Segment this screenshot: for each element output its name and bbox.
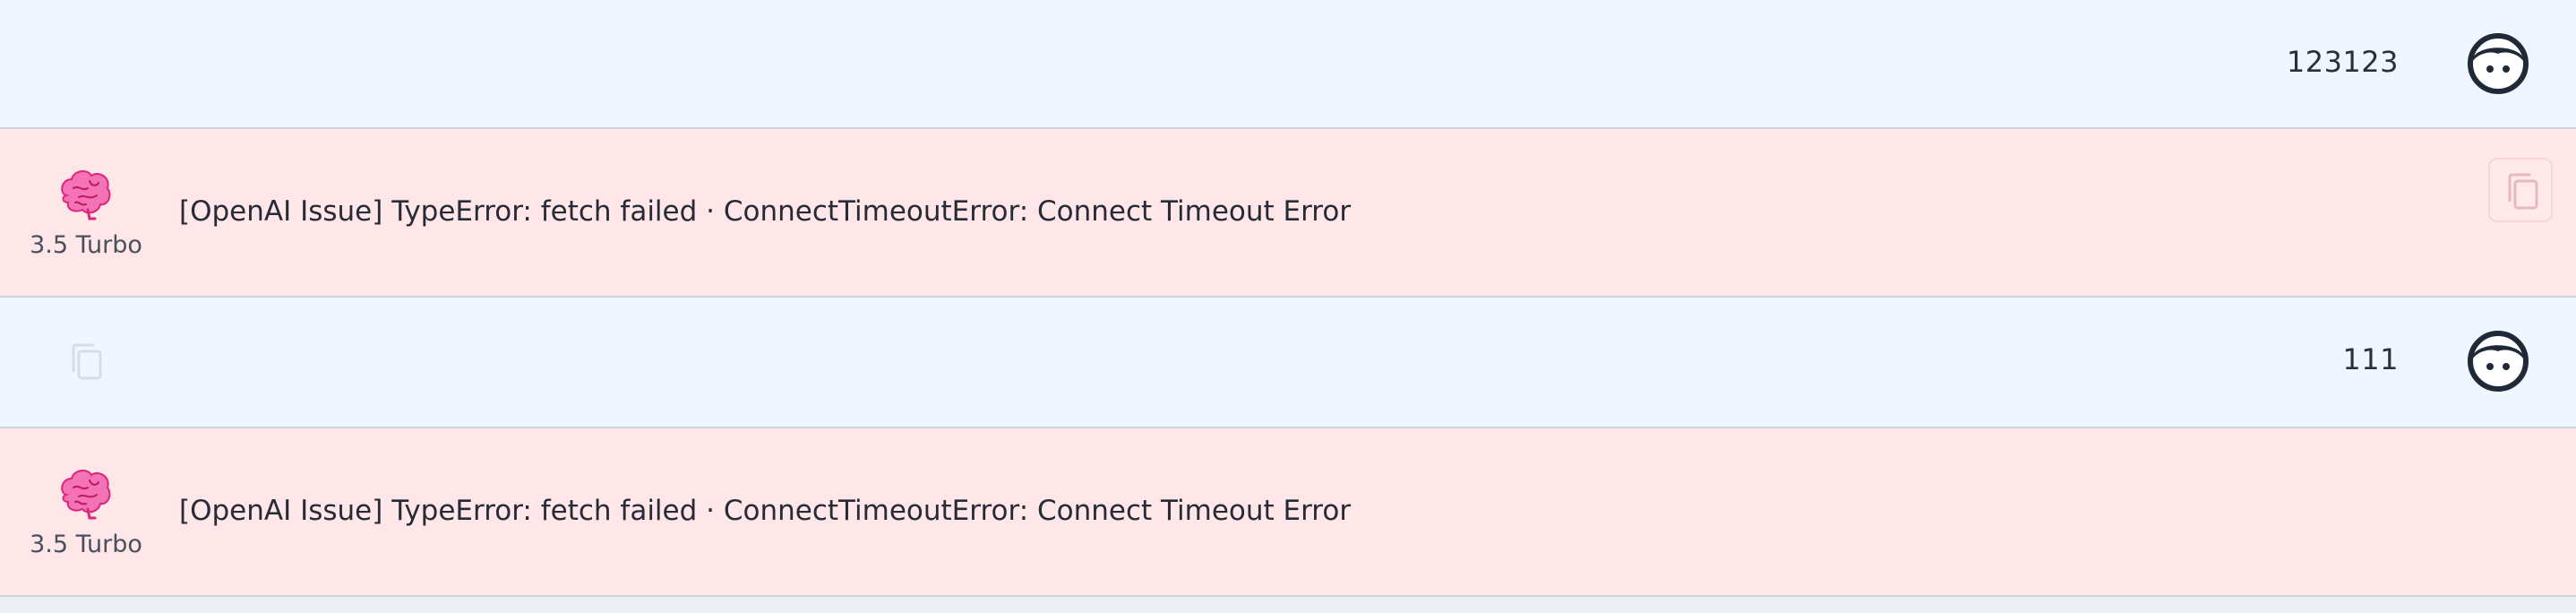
brain-icon — [57, 168, 113, 222]
user-message-text: 123123 — [2286, 45, 2399, 79]
copy-button[interactable] — [2488, 158, 2553, 222]
copy-button[interactable] — [54, 330, 118, 394]
user-message-text: 111 — [2342, 342, 2399, 376]
chat-thread: 123123 3.5 Turbo [OpenAI Issue] TypeErro… — [0, 0, 2576, 613]
copy-icon — [2508, 173, 2538, 210]
assistant-message-text: [OpenAI Issue] TypeError: fetch failed ·… — [179, 195, 1352, 228]
model-label: 3.5 Turbo — [30, 231, 142, 259]
assistant-message: 3.5 Turbo [OpenAI Issue] TypeError: fetc… — [0, 428, 2576, 597]
user-face-icon — [2467, 32, 2529, 95]
model-badge: 3.5 Turbo — [16, 468, 156, 575]
model-badge: 3.5 Turbo — [16, 168, 156, 276]
model-label: 3.5 Turbo — [30, 531, 142, 558]
assistant-message-text: [OpenAI Issue] TypeError: fetch failed ·… — [179, 495, 1352, 527]
user-message: 111 — [0, 298, 2576, 428]
user-face-icon — [2467, 330, 2529, 393]
assistant-message: 3.5 Turbo [OpenAI Issue] TypeError: fetc… — [0, 129, 2576, 298]
brain-icon — [57, 468, 113, 522]
user-message: 123123 — [0, 0, 2576, 129]
copy-icon — [72, 343, 102, 380]
